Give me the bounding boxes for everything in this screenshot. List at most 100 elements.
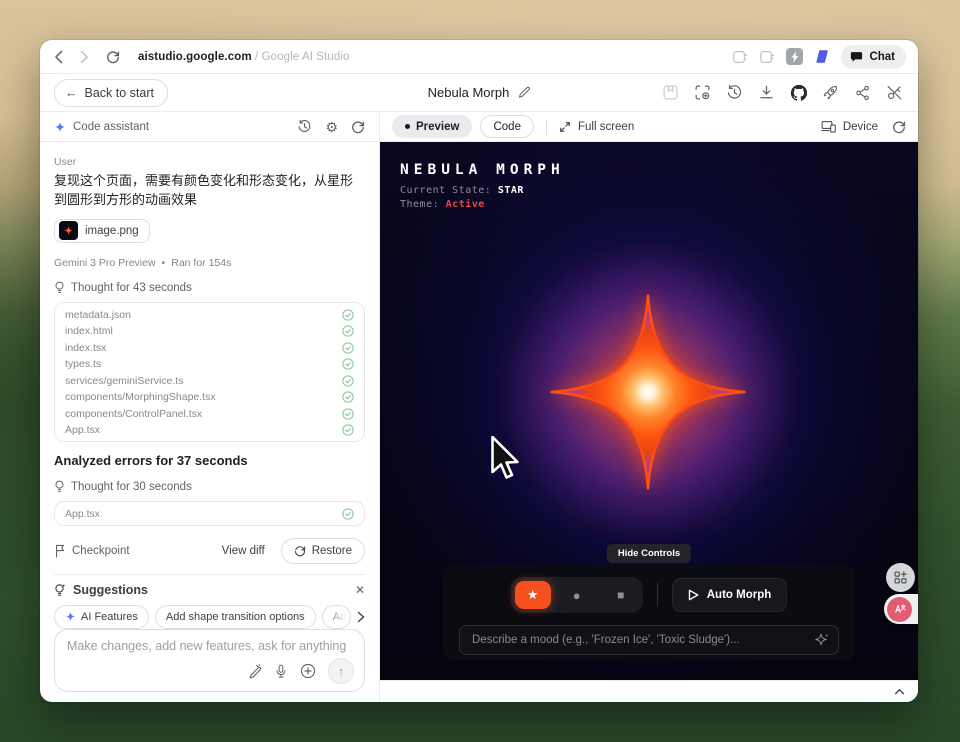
file-row[interactable]: services/geminiService.ts [55, 372, 364, 389]
file-row[interactable]: components/ControlPanel.tsx [55, 405, 364, 422]
active-dot [405, 124, 410, 129]
save-icon[interactable] [661, 83, 680, 102]
check-icon [342, 408, 354, 420]
shape-selector: ★ ● ■ [511, 577, 643, 613]
square-icon: ■ [617, 588, 624, 602]
chat-label: Chat [869, 51, 895, 63]
user-label: User [54, 156, 365, 168]
file-row[interactable]: types.ts [55, 356, 364, 373]
browser-reload-icon[interactable] [106, 50, 120, 64]
model-name: Gemini 3 Pro Preview [54, 257, 156, 269]
chat-button[interactable]: Chat [841, 45, 906, 69]
extension-icon[interactable] [759, 49, 775, 65]
back-arrow-icon: ← [65, 86, 78, 100]
thought-summary-1[interactable]: Thought for 43 seconds [54, 281, 365, 294]
extension-icon[interactable] [732, 49, 748, 65]
control-panel: ★ ● ■ Auto Morph [443, 565, 855, 660]
shape-circle-button[interactable]: ● [559, 581, 595, 609]
chips-scroll-right-icon[interactable] [357, 611, 365, 623]
restore-button[interactable]: Restore [281, 538, 365, 564]
extensions-overlay-button[interactable] [886, 563, 915, 592]
key-off-icon[interactable] [885, 83, 904, 102]
microphone-icon[interactable] [274, 664, 288, 679]
preview-panel: Preview Code Full screen [380, 112, 918, 702]
preview-refresh-icon[interactable] [892, 120, 906, 134]
page-title: Nebula Morph [428, 85, 510, 100]
attachment-thumbnail [59, 221, 78, 240]
tab-code[interactable]: Code [480, 115, 534, 138]
settings-gear-icon[interactable]: ⚙ [325, 120, 338, 134]
check-icon [342, 391, 354, 403]
attachment-chip[interactable]: image.png [54, 219, 150, 244]
send-button[interactable]: ↑ [328, 658, 354, 684]
edit-title-icon[interactable] [517, 86, 530, 99]
browser-back-icon[interactable] [54, 50, 63, 64]
back-to-start-label: Back to start [85, 86, 154, 100]
ai-sparkle-icon [815, 632, 830, 647]
browser-forward-icon[interactable] [80, 50, 89, 64]
file-row[interactable]: index.tsx [55, 339, 364, 356]
chat-history-icon[interactable] [297, 119, 312, 134]
state-label: Current State: [400, 185, 491, 196]
chevron-up-icon[interactable] [894, 688, 905, 695]
composer-input[interactable] [67, 639, 354, 654]
device-button[interactable]: Device [821, 120, 878, 133]
console-bar [380, 680, 918, 702]
share-icon[interactable] [853, 83, 872, 102]
capture-icon[interactable] [693, 83, 712, 102]
suggestions-section: Suggestions ✕ AI Features Add shape tran… [54, 574, 365, 629]
translate-overlay-container [884, 594, 918, 624]
analyzed-errors-text: Analyzed errors for 37 seconds [54, 453, 365, 468]
file-row[interactable]: App.tsx [55, 422, 364, 439]
check-icon [342, 424, 354, 436]
chip-ai-features[interactable]: AI Features [54, 605, 149, 629]
file-row[interactable]: metadata.json [55, 306, 364, 323]
device-icon [821, 120, 836, 133]
github-icon[interactable] [789, 83, 808, 102]
file-row[interactable]: components/MorphingShape.tsx [55, 389, 364, 406]
translate-button[interactable] [887, 597, 912, 622]
tab-preview[interactable]: Preview [392, 115, 472, 138]
flag-extension-icon[interactable] [814, 49, 830, 64]
shape-star-button[interactable]: ★ [515, 581, 551, 609]
panel-title: Code assistant [73, 121, 149, 133]
refresh-icon[interactable] [351, 120, 365, 134]
full-screen-button[interactable]: Full screen [559, 121, 634, 133]
file-row[interactable]: index.html [55, 323, 364, 340]
close-icon[interactable]: ✕ [355, 583, 365, 597]
divider [657, 583, 658, 607]
theme-value: Active [446, 199, 485, 210]
shape-square-button[interactable]: ■ [603, 581, 639, 609]
check-icon [342, 309, 354, 321]
add-attachment-icon[interactable] [300, 663, 316, 679]
chip-shape-transition[interactable]: Add shape transition options [155, 605, 316, 629]
chat-bubble-icon [850, 50, 863, 63]
nebula-header: NEBULA MORPH Current State: STAR Theme: … [400, 162, 565, 210]
preview-header: Preview Code Full screen [380, 112, 918, 142]
history-icon[interactable] [725, 83, 744, 102]
sparkle-icon [54, 121, 66, 133]
check-icon [342, 325, 354, 337]
expand-icon [559, 121, 571, 133]
edit-tools-icon[interactable] [247, 664, 262, 679]
url-bar[interactable]: aistudio.google.com / Google AI Studio [138, 51, 350, 63]
thought-summary-2[interactable]: Thought for 30 seconds [54, 480, 365, 493]
file-row[interactable]: App.tsx [55, 505, 364, 522]
deploy-rocket-icon[interactable] [821, 83, 840, 102]
code-assistant-panel: Code assistant ⚙ User 复现这个页面，需要有颜色变化和形态变… [40, 112, 380, 702]
composer: ↑ [54, 629, 365, 692]
lightbulb-icon [54, 480, 65, 493]
generated-files-list: metadata.json index.html index.tsx types… [54, 302, 365, 442]
mood-input[interactable] [459, 625, 839, 655]
browser-toolbar: aistudio.google.com / Google AI Studio [40, 40, 918, 74]
lightning-extension-icon[interactable] [786, 48, 803, 65]
chip-shape-persistence[interactable]: Add shape persiste [322, 605, 351, 629]
app-viewport: NEBULA MORPH Current State: STAR Theme: … [380, 142, 918, 680]
auto-morph-button[interactable]: Auto Morph [672, 578, 788, 612]
view-diff-button[interactable]: View diff [216, 541, 271, 561]
user-message: 复现这个页面，需要有颜色变化和形态变化，从星形到圆形到方形的动画效果 [54, 172, 365, 210]
back-to-start-button[interactable]: ← Back to start [54, 79, 168, 107]
hide-controls-button[interactable]: Hide Controls [607, 544, 691, 563]
url-suffix: / Google AI Studio [252, 51, 350, 63]
download-icon[interactable] [757, 83, 776, 102]
